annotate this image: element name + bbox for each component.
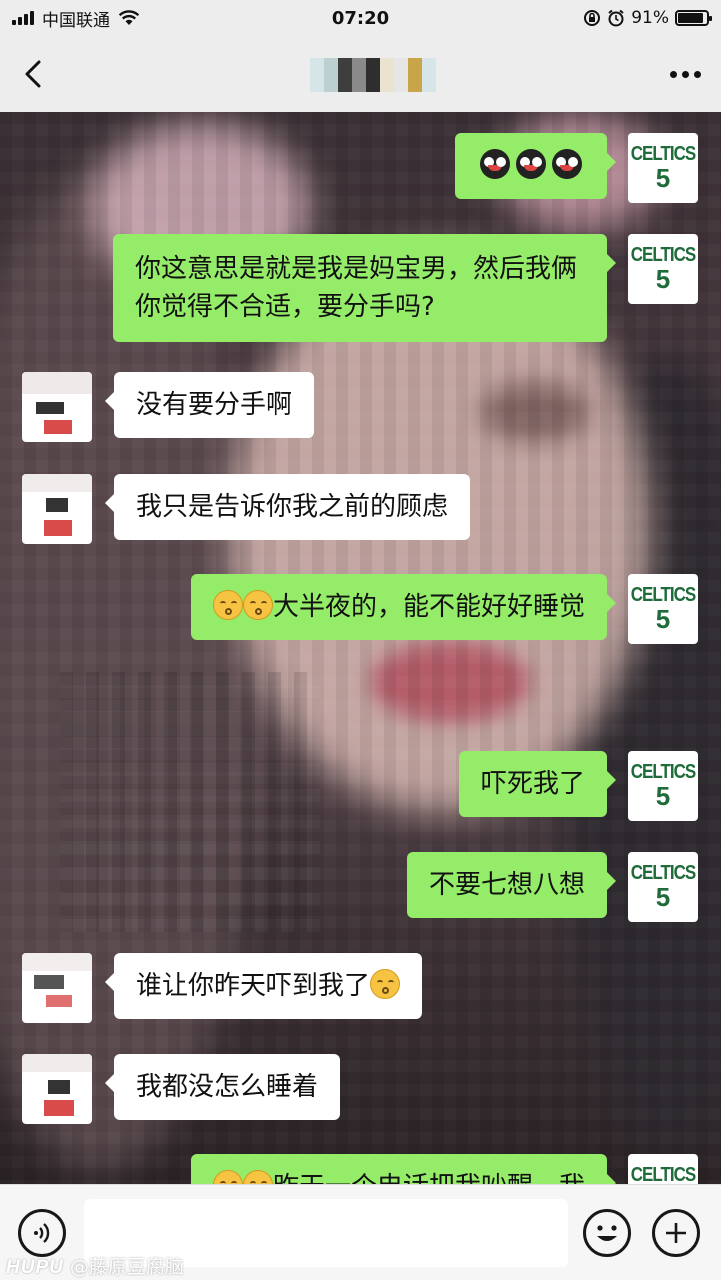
blush-emoji-icon [212, 1170, 243, 1184]
battery-icon [675, 10, 712, 26]
wifi-icon [118, 10, 140, 26]
message-bubble-received[interactable]: 我只是告诉你我之前的顾虑 [104, 474, 471, 540]
message-bubble-sent[interactable]: 大半夜的，能不能好好睡觉 [190, 574, 617, 640]
eyes-emoji-icon [552, 149, 582, 179]
avatar-other[interactable] [22, 474, 92, 544]
alarm-icon [607, 9, 625, 27]
message-bubble-sent[interactable]: 吓死我了 [458, 751, 617, 817]
blush-emoji-icon [212, 590, 243, 620]
smile-icon[interactable] [583, 1209, 631, 1257]
eyes-emoji-icon [480, 149, 510, 179]
watermark: HUPU @藤原豆腐脑 [6, 1256, 184, 1278]
avatar-me[interactable]: CELTICS 5 [628, 234, 698, 304]
message-bubble-sent[interactable] [455, 133, 616, 199]
avatar-me[interactable]: CELTICS 5 [628, 751, 698, 821]
plus-icon[interactable] [652, 1209, 700, 1257]
carrier-label: 中国联通 [42, 10, 110, 31]
message-bubble-sent[interactable]: 昨天一个电话把我吵醒，我 [190, 1154, 617, 1184]
message-bubble-sent[interactable]: 不要七想八想 [406, 852, 617, 918]
signal-icon [12, 11, 34, 25]
avatar-other[interactable] [22, 953, 92, 1023]
rotation-lock-icon [583, 9, 601, 27]
avatar-me[interactable]: CELTICS 5 [628, 852, 698, 922]
message-bubble-received[interactable]: 谁让你昨天吓到我了 [104, 953, 423, 1019]
avatar-me[interactable]: CELTICS 5 [628, 133, 698, 203]
eyes-emoji-icon [516, 149, 546, 179]
chat-message-list: CELTICS 5 你这意思是就是我是妈宝男，然后我俩你觉得不合适，要分手吗? … [0, 112, 721, 1184]
chevron-left-icon[interactable] [20, 54, 60, 94]
blush-emoji-icon [242, 590, 273, 620]
blush-emoji-icon [242, 1170, 273, 1184]
message-bubble-received[interactable]: 我都没怎么睡着 [104, 1054, 341, 1120]
chat-title-obscured [310, 58, 436, 92]
avatar-other[interactable] [22, 372, 92, 442]
battery-percent: 91% [631, 8, 669, 28]
avatar-me[interactable]: CELTICS 5 [628, 1154, 698, 1184]
nav-bar [0, 36, 721, 112]
avatar-other[interactable] [22, 1054, 92, 1124]
blush-emoji-icon [370, 969, 401, 999]
message-bubble-received[interactable]: 没有要分手啊 [104, 372, 315, 438]
status-bar: 中国联通 07:20 91% [0, 0, 721, 36]
message-bubble-sent[interactable]: 你这意思是就是我是妈宝男，然后我俩你觉得不合适，要分手吗? [113, 234, 616, 342]
avatar-me[interactable]: CELTICS 5 [628, 574, 698, 644]
voice-icon[interactable] [18, 1209, 66, 1257]
more-icon[interactable] [661, 70, 701, 78]
